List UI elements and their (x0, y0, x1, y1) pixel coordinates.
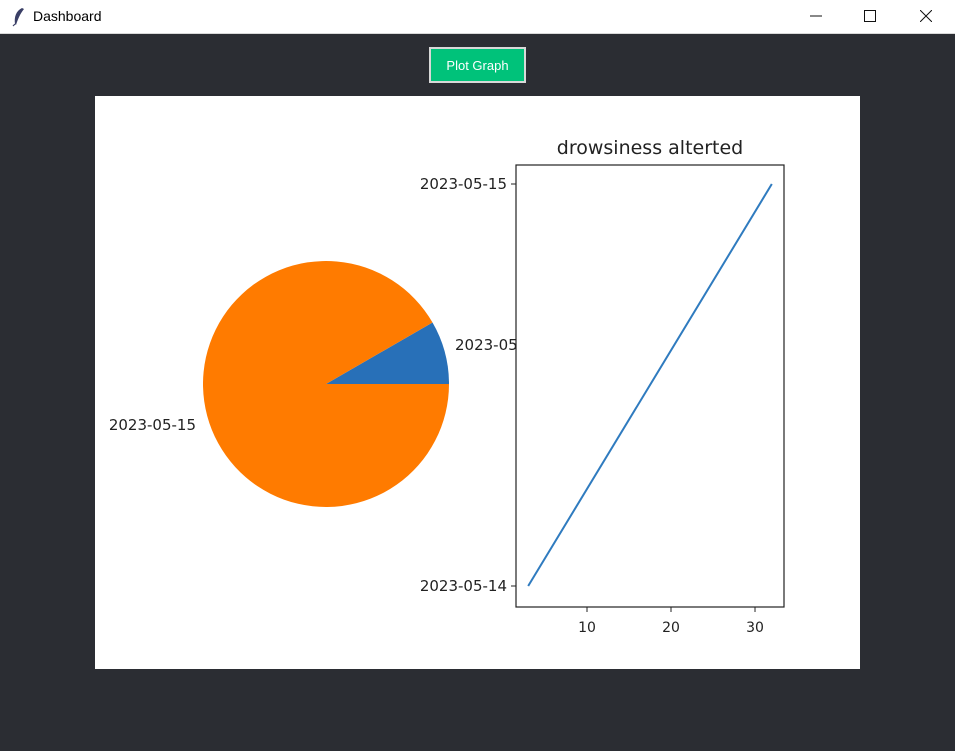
maximize-icon (864, 10, 876, 22)
feather-icon (12, 8, 24, 27)
x-tick-label: 10 (578, 620, 596, 636)
x-tick-label: 20 (662, 620, 680, 636)
line-chart-title: drowsiness alterted (557, 137, 743, 159)
minimize-button[interactable] (793, 0, 839, 33)
close-icon (920, 10, 932, 22)
figure-canvas: 2023-05 2023-05-15 10 20 30 2023-05-14 2023-05… (109, 137, 785, 636)
pie-label: 2023-05 (455, 336, 518, 354)
matplotlib-figure: 2023-05 2023-05-15 10 20 30 2023-05-14 2023-05… (95, 96, 860, 669)
y-tick-label: 2023-05-14 (420, 577, 507, 595)
window-title: Dashboard (33, 8, 102, 24)
pie-label: 2023-05-15 (109, 416, 196, 434)
close-button[interactable] (903, 0, 949, 33)
y-tick-label: 2023-05-15 (420, 175, 507, 193)
maximize-button[interactable] (847, 0, 893, 33)
plot-graph-button[interactable]: Plot Graph (429, 47, 526, 83)
minimize-icon (810, 15, 822, 17)
x-tick-label: 30 (746, 620, 764, 636)
title-bar: Dashboard (0, 0, 955, 34)
